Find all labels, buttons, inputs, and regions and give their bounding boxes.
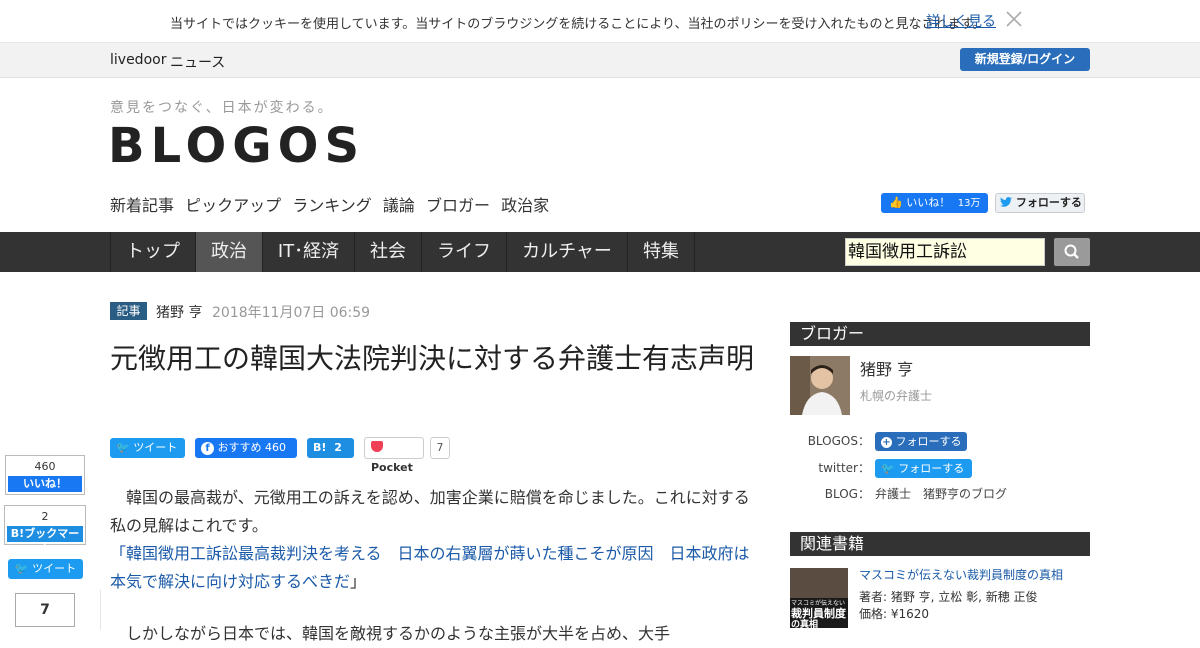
tw-follow-label: フォローする	[1015, 196, 1082, 209]
side-tw-label: ツイート	[32, 562, 77, 575]
livedoor-link[interactable]: livedoor	[110, 52, 166, 68]
book-author: 著者: 猪野 亨, 立松 彰, 新穂 正俊	[859, 590, 1038, 604]
twitter-bird-icon: 🐦	[116, 441, 130, 454]
plus-icon: +	[881, 437, 892, 448]
blogos-follow-button[interactable]: + フォローする	[875, 432, 967, 451]
article-tag: 記事	[110, 302, 147, 320]
hb-label: B!	[313, 441, 327, 454]
subnav-pickup[interactable]: ピックアップ	[185, 196, 281, 215]
side-hb-label: B!ブックマーク	[7, 526, 83, 556]
side-fb-label: いいね！	[8, 476, 82, 492]
pocket-label: Pocket	[371, 461, 413, 474]
news-link[interactable]: ニュース	[170, 52, 225, 72]
twitter-follow-button[interactable]: フォローする	[995, 193, 1085, 213]
article-date: 2018年11月07日 06:59	[212, 305, 371, 321]
tweet-button[interactable]: 🐦 ツイート	[110, 438, 185, 458]
fb-recommend-label: おすすめ	[217, 441, 262, 454]
subnav-ranking[interactable]: ランキング	[292, 196, 372, 215]
search-button[interactable]	[1054, 238, 1090, 266]
paragraph-1: 韓国の最高裁が、元徴用工の訴えを認め、加害企業に賠償を命じました。これに対する私…	[110, 488, 750, 535]
facebook-like-button[interactable]: 👍 いいね！ 13万	[881, 193, 988, 213]
book-cover-sub: の真相	[791, 620, 819, 628]
book-title[interactable]: マスコミが伝えない裁判員制度の真相	[859, 566, 1063, 583]
pocket-count: 7	[430, 437, 450, 459]
side-tweet-button[interactable]: 🐦 ツイート	[8, 559, 83, 579]
nav-society[interactable]: 社会	[354, 232, 421, 272]
side-fb-count: 460	[34, 460, 56, 473]
fb-like-label: いいね！	[906, 196, 951, 209]
blogger-description: 札幌の弁護士	[860, 389, 933, 403]
related-link-close: 」	[350, 572, 367, 591]
subnav-new[interactable]: 新着記事	[110, 196, 174, 215]
pocket-button[interactable]: Pocket	[364, 437, 424, 474]
twitter-follow-sidebar-label: フォローする	[898, 462, 965, 475]
para-indent	[110, 488, 126, 507]
paragraph-2-text: しかしながら日本では、韓国を敵視するかのような主張が大半を占め、大手	[126, 624, 671, 643]
related-article-link[interactable]: 韓国徴用工訴訟最高裁判決を考える 日本の右翼層が蒔いた種こそが原因 日本政府は本…	[110, 544, 750, 591]
nav-life[interactable]: ライフ	[421, 232, 506, 272]
side-pocket-count[interactable]: 7	[15, 593, 75, 627]
blogger-heading: ブロガー	[790, 322, 1090, 346]
nav-special[interactable]: 特集	[627, 232, 695, 272]
divider	[100, 590, 101, 630]
thumbs-up-icon: 👍	[889, 196, 903, 209]
nav-it-economy[interactable]: IT･経済	[262, 232, 354, 272]
twitter-bird-icon: 🐦	[14, 562, 29, 575]
facebook-icon: f	[201, 442, 214, 455]
blogos-follow-label: フォローする	[895, 435, 962, 448]
nav-politics[interactable]: 政治	[195, 232, 262, 272]
tagline: 意見をつなぐ、日本が変わる。	[110, 100, 334, 116]
tweet-label: ツイート	[133, 441, 178, 454]
blogos-logo[interactable]: BLOGOS	[108, 118, 365, 174]
search-icon	[1064, 244, 1079, 259]
subnav-debate[interactable]: 議論	[383, 196, 415, 215]
sub-navigation: 新着記事 ピックアップ ランキング 議論 ブロガー 政治家	[110, 192, 555, 216]
article-body: 韓国の最高裁が、元徴用工の訴えを認め、加害企業に賠償を命じました。これに対する私…	[110, 484, 755, 596]
side-hatena-bookmark[interactable]: 2 B!ブックマーク	[4, 505, 86, 556]
related-books-heading: 関連書籍	[790, 532, 1090, 556]
blogger-name[interactable]: 猪野 亨	[860, 356, 913, 380]
fb-recommend-count: 460	[265, 441, 286, 454]
article-author[interactable]: 猪野 亨	[156, 302, 202, 322]
fb-like-count: 13万	[957, 198, 981, 209]
register-login-button[interactable]: 新規登録/ログイン	[960, 48, 1090, 71]
subnav-blogger[interactable]: ブロガー	[426, 196, 490, 215]
paragraph-2: しかしながら日本では、韓国を敵視するかのような主張が大半を占め、大手	[110, 620, 755, 648]
avatar[interactable]	[790, 356, 850, 415]
nav-culture[interactable]: カルチャー	[506, 232, 627, 272]
pocket-icon	[371, 441, 383, 452]
blog-label: BLOG：	[824, 487, 870, 501]
side-facebook-like[interactable]: 460 いいね！	[5, 455, 85, 495]
hatena-bookmark-button[interactable]: B! 2	[307, 438, 354, 458]
twitter-label: twitter：	[818, 461, 870, 475]
cookie-text: 当サイトではクッキーを使用しています。当サイトのブラウジングを続けることにより、…	[170, 17, 986, 32]
blog-link[interactable]: 弁護士 猪野亨のブログ	[875, 485, 1007, 502]
twitter-follow-sidebar-button[interactable]: 🐦 フォローする	[875, 459, 972, 478]
twitter-bird-icon	[1000, 197, 1012, 207]
nav-top[interactable]: トップ	[110, 232, 195, 272]
side-hb-count: 2	[41, 510, 49, 523]
article-title: 元徴用工の韓国大法院判決に対する弁護士有志声明	[110, 342, 755, 375]
twitter-bird-icon: 🐦	[881, 462, 895, 475]
blogos-label: BLOGOS：	[807, 434, 870, 448]
book-cover[interactable]: マスコミが伝えない 裁判員制度 の真相	[790, 568, 848, 628]
hb-count: 2	[334, 441, 342, 454]
subnav-politician[interactable]: 政治家	[501, 196, 549, 215]
cookie-details-link[interactable]: 詳しく見る	[926, 11, 996, 31]
book-price: 価格: ¥1620	[859, 607, 930, 621]
search-input[interactable]: 韓国徴用工訴訟	[845, 238, 1045, 266]
close-icon[interactable]	[1004, 9, 1024, 29]
related-link-open: 「	[110, 544, 127, 563]
facebook-recommend-button[interactable]: f おすすめ 460	[195, 438, 297, 458]
cookie-banner: 当サイトではクッキーを使用しています。当サイトのブラウジングを続けることにより、…	[0, 0, 1200, 43]
